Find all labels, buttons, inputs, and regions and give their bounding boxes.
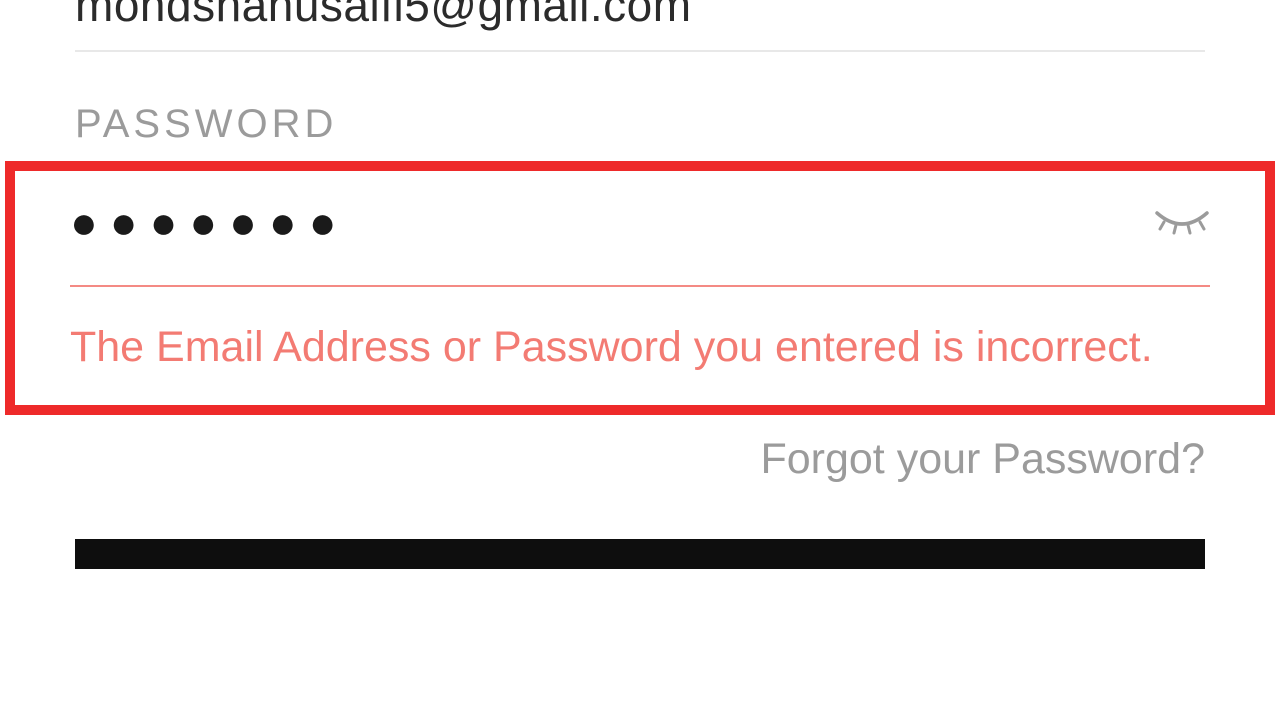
email-field[interactable]: mondshanusaifi5@gmail.com	[75, 0, 1205, 52]
toggle-password-visibility-button[interactable]	[1154, 207, 1210, 237]
error-highlight-box: ●●●●●●● The Email Address or Password yo…	[5, 161, 1275, 415]
error-message: The Email Address or Password you entere…	[70, 317, 1210, 377]
eye-closed-icon	[1154, 207, 1210, 237]
login-button[interactable]	[75, 539, 1205, 569]
password-row: ●●●●●●●	[70, 199, 1210, 287]
password-label: PASSWORD	[75, 102, 1205, 147]
password-field[interactable]: ●●●●●●●	[70, 199, 349, 245]
forgot-password-link[interactable]: Forgot your Password?	[75, 435, 1205, 484]
